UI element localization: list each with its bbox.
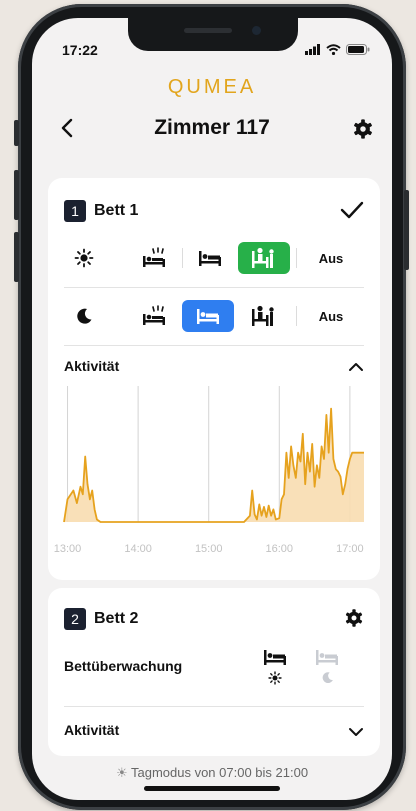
mute-switch [14, 120, 19, 146]
day-mode-footer: ☀ Tagmodus von 07:00 bis 21:00 [32, 765, 392, 781]
night-mode-row: Aus [64, 300, 364, 332]
wifi-icon [326, 44, 341, 55]
bed-lying-icon [197, 309, 219, 324]
activity-label: Aktivität [64, 722, 120, 738]
activity-label: Aktivität [64, 358, 120, 374]
activity-chart: 13:00 14:00 15:00 16:00 17:00 [54, 386, 364, 555]
day-off-button[interactable]: Aus [306, 242, 356, 274]
day-mode-text: Tagmodus von 07:00 bis 21:00 [130, 765, 309, 780]
chevron-down-icon[interactable] [348, 726, 364, 738]
sun-icon [64, 242, 104, 274]
settings-gear-icon[interactable] [352, 118, 374, 140]
chevron-up-icon[interactable] [348, 361, 364, 373]
day-monitoring-toggle[interactable] [260, 648, 290, 690]
bed-lying-button[interactable] [182, 300, 234, 332]
bed-monitoring-label: Bettüberwachung [64, 658, 183, 674]
bed-2-header: 2 Bett 2 [64, 608, 138, 630]
row-divider [64, 345, 364, 346]
night-off-button[interactable]: Aus [306, 300, 356, 332]
check-icon[interactable] [340, 200, 364, 220]
app-screen: 17:22 QUMEA Zimmer 117 1 Bett 1 Aus Aus … [32, 18, 392, 800]
row-divider [64, 706, 364, 707]
volume-down-button [14, 232, 19, 282]
bed-number-badge: 2 [64, 608, 86, 630]
sun-icon: ☀ [115, 765, 128, 780]
activity-area [64, 408, 364, 522]
bed-exit-sitting-button[interactable] [238, 242, 290, 274]
volume-up-button [14, 170, 19, 220]
x-axis-ticks: 13:00 14:00 15:00 16:00 17:00 [54, 543, 364, 555]
bed-1-header: 1 Bett 1 [64, 200, 138, 222]
moon-icon [322, 672, 333, 684]
x-tick-label: 13:00 [54, 543, 82, 555]
divider [182, 248, 183, 268]
home-indicator[interactable] [144, 786, 280, 791]
x-tick-label: 16:00 [266, 543, 294, 555]
status-icons [305, 44, 370, 55]
battery-icon [346, 44, 370, 55]
status-time: 17:22 [62, 42, 98, 58]
moon-icon [64, 300, 104, 332]
bed-number-badge: 1 [64, 200, 86, 222]
night-monitoring-toggle[interactable] [312, 648, 342, 689]
power-button [404, 190, 409, 270]
bed-alarm-icon[interactable] [134, 242, 174, 274]
front-camera [252, 26, 261, 35]
x-tick-label: 14:00 [124, 543, 152, 555]
bed-title: Bett 1 [94, 202, 139, 219]
bed-alarm-icon[interactable] [134, 300, 174, 332]
bed-sitting-icon[interactable] [244, 300, 284, 332]
row-divider [64, 287, 364, 288]
x-tick-label: 17:00 [336, 543, 364, 555]
page-title: Zimmer 117 [154, 116, 270, 139]
camera-notch [128, 18, 298, 51]
bed-lying-icon[interactable] [190, 242, 230, 274]
off-label: Aus [318, 308, 344, 324]
day-mode-row: Aus [64, 242, 364, 274]
bed-lying-icon [316, 650, 338, 665]
cellular-signal-icon [305, 44, 320, 55]
bed-1-card: 1 Bett 1 Aus Aus Aktivität 13:00 14:00 1… [48, 178, 380, 580]
bed-sitting-icon [252, 247, 274, 268]
earpiece-speaker [184, 28, 232, 33]
app-logo: QUMEA [167, 76, 257, 98]
divider [296, 248, 297, 268]
off-label: Aus [318, 250, 344, 266]
settings-gear-icon[interactable] [344, 608, 364, 628]
divider [296, 306, 297, 326]
bed-title: Bett 2 [94, 610, 139, 627]
sun-icon [268, 671, 282, 685]
x-tick-label: 15:00 [195, 543, 223, 555]
bed-2-card: 2 Bett 2 Bettüberwachung Aktivität [48, 588, 380, 756]
bed-lying-icon [264, 650, 286, 665]
